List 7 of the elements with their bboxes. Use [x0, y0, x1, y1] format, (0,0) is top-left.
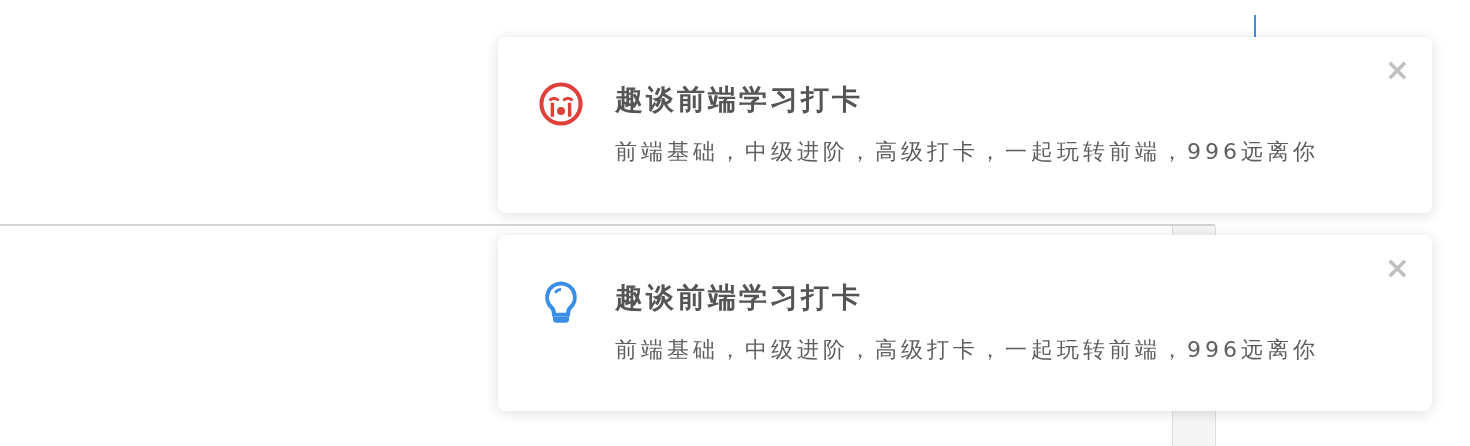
crying-face-icon	[538, 81, 584, 127]
close-button[interactable]: ×	[1380, 55, 1414, 85]
notification-message: 前端基础，中级进阶，高级打卡，一起玩转前端，996远离你	[615, 336, 1319, 364]
notification-title: 趣谈前端学习打卡	[615, 82, 864, 118]
close-button[interactable]: ×	[1380, 253, 1414, 283]
notification-message: 前端基础，中级进阶，高级打卡，一起玩转前端，996远离你	[615, 138, 1319, 166]
notification-title: 趣谈前端学习打卡	[615, 280, 864, 316]
